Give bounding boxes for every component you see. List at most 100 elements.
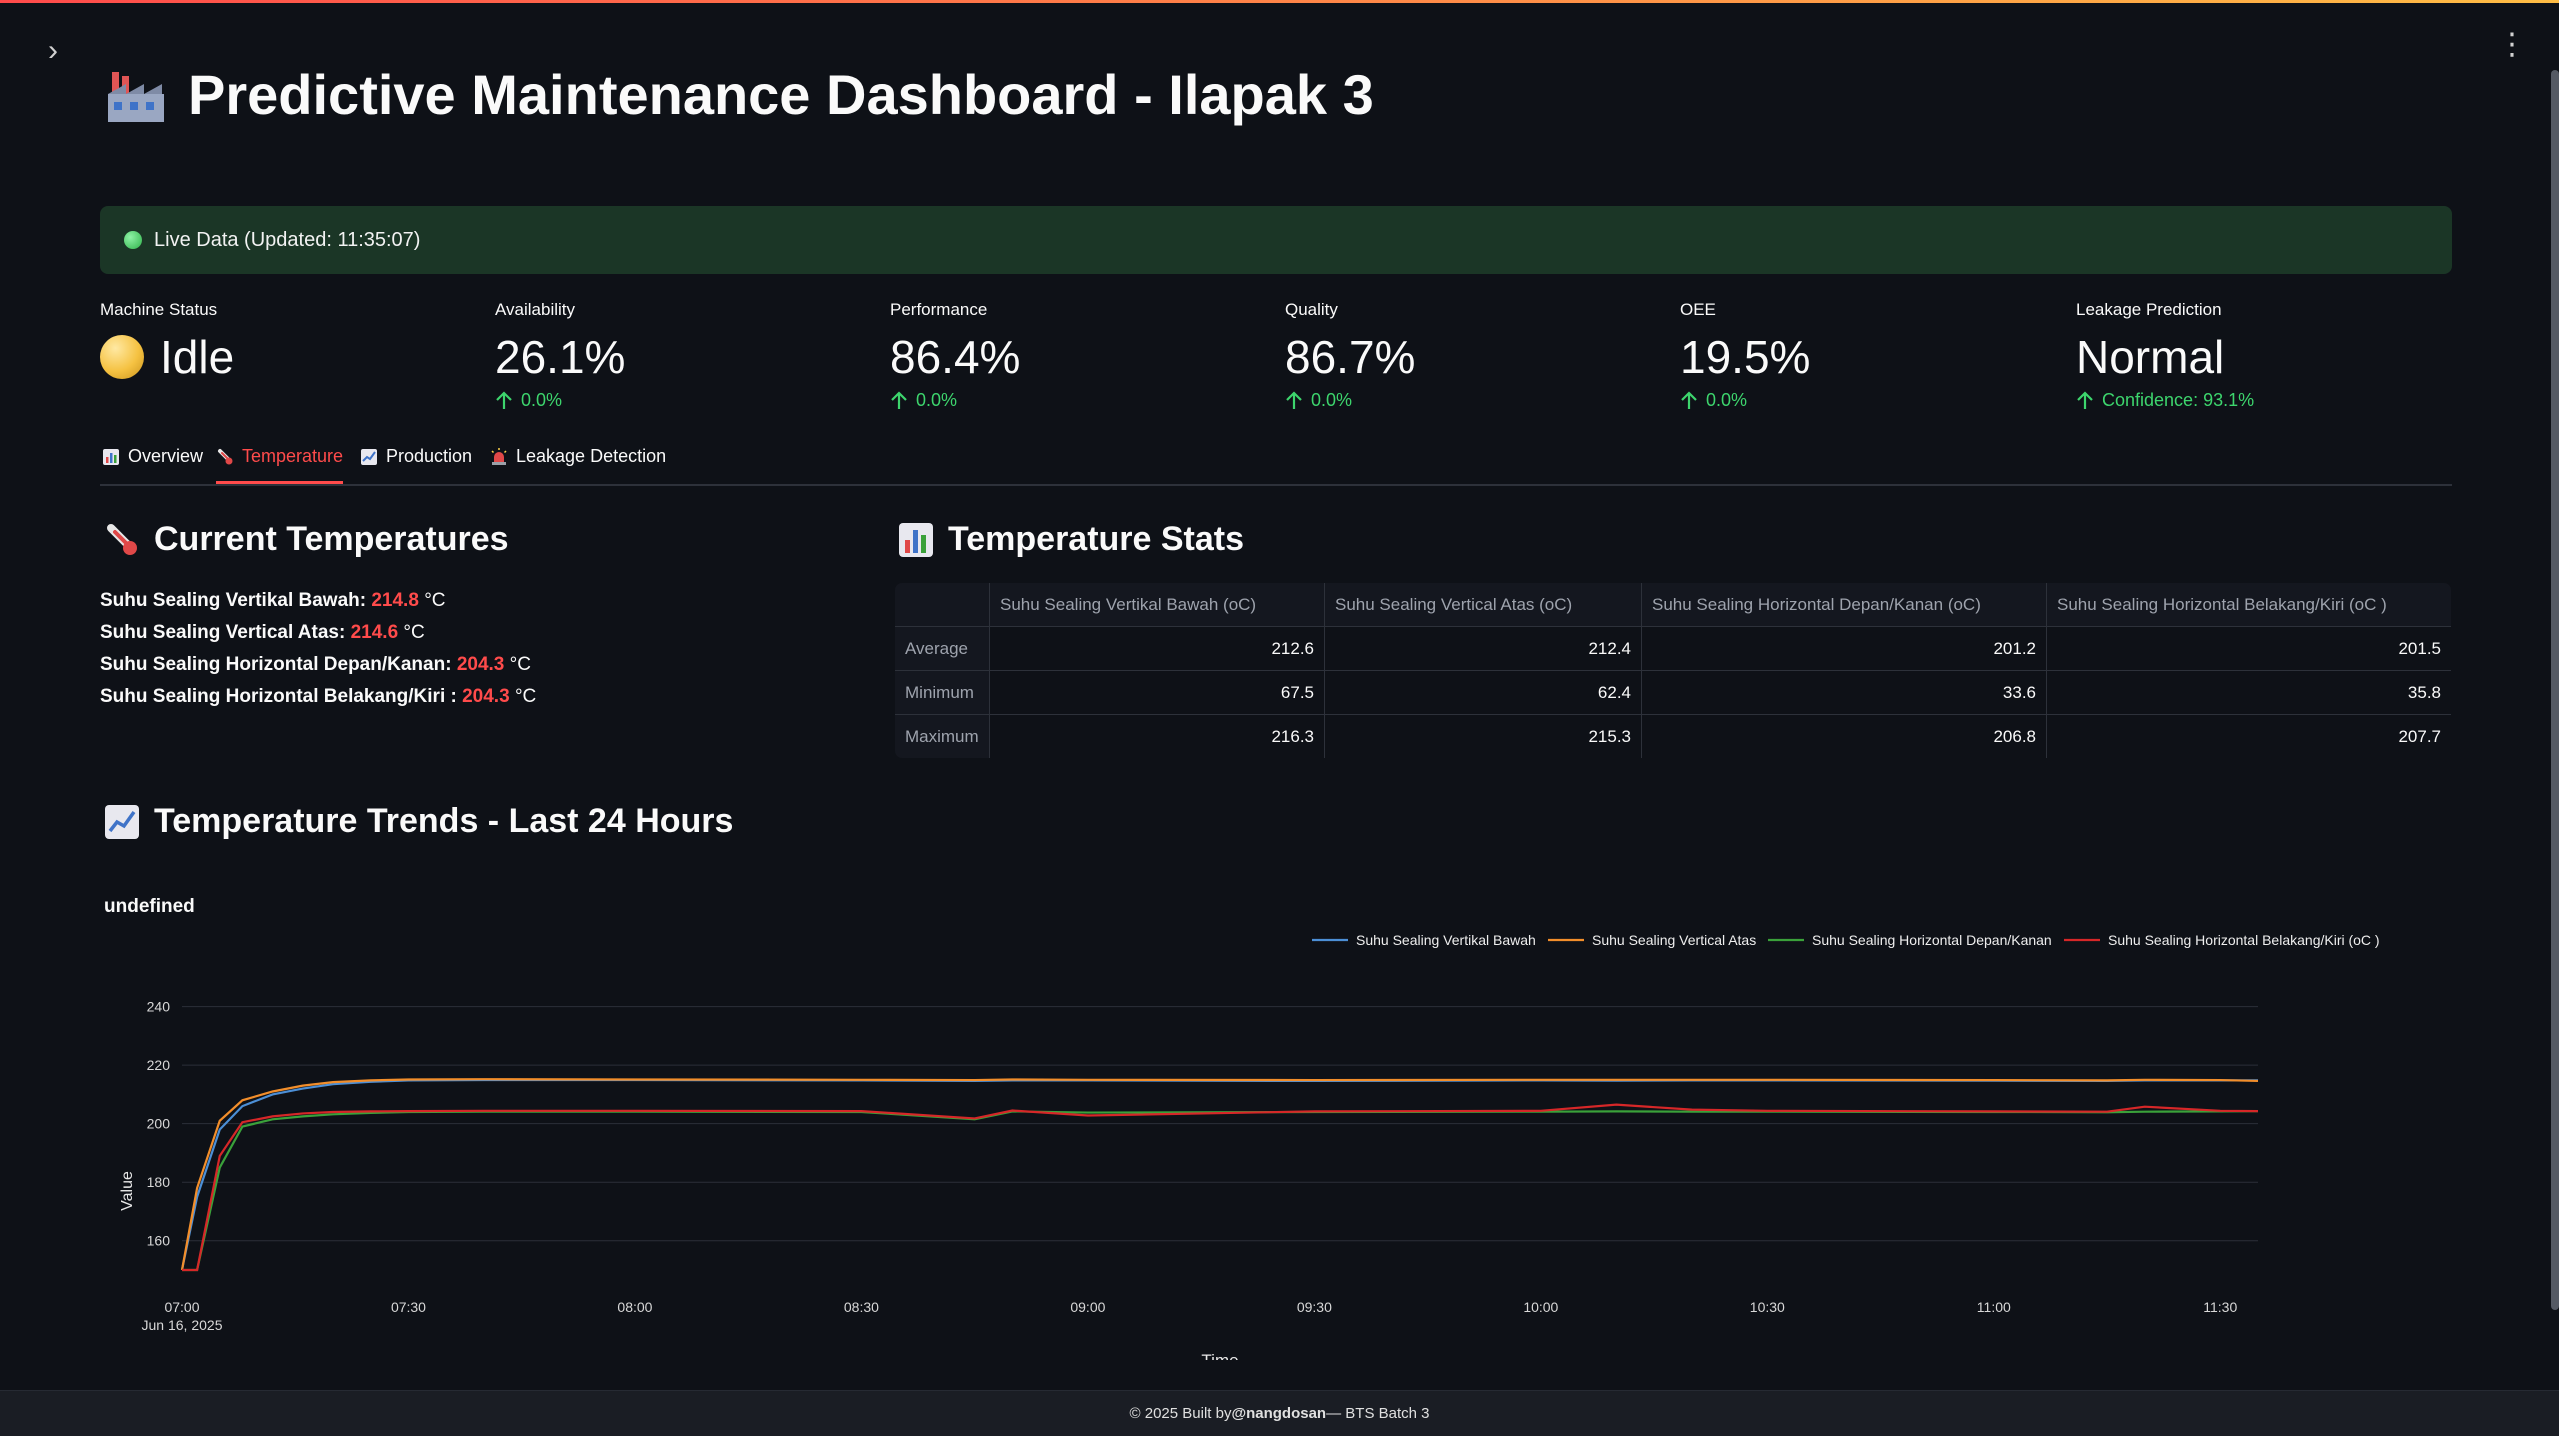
table-cell: 212.4 [1324,626,1642,671]
metric-delta: 0.0% [495,390,875,411]
temperature-reading: Suhu Sealing Horizontal Belakang/Kiri : … [100,681,536,713]
tab-temperature[interactable]: Temperature [216,446,344,484]
metric-delta: 0.0% [890,390,1270,411]
temperature-value: 214.8 [371,590,419,611]
metric-machine-status: Machine Status Idle [100,300,480,384]
bar-chart-icon [899,522,933,557]
x-tick-label: 08:00 [617,1299,652,1315]
heading-text: Temperature Trends - Last 24 Hours [154,802,734,840]
temperature-reading: Suhu Sealing Vertical Atas: 214.6 °C [100,617,536,649]
metric-quality: Quality 86.7% 0.0% [1285,300,1665,411]
x-tick-label: 07:00 [164,1299,199,1315]
table-row: Minimum 67.5 62.4 33.6 35.8 [895,670,2451,715]
status-dot-icon [100,335,144,379]
chart-svg[interactable]: 160 180 200 220 240 07:00 Jun 16, 2025 07:30 08:… [100,880,2452,1370]
y-tick-label: 160 [147,1233,171,1249]
table-cell: 212.6 [989,626,1325,671]
column-header[interactable]: Suhu Sealing Vertical Atas (oC) [1324,583,1642,627]
column-header[interactable] [895,583,990,627]
metric-oee: OEE 19.5% 0.0% [1680,300,2060,411]
row-header: Maximum [895,714,990,758]
metric-availability: Availability 26.1% 0.0% [495,300,875,411]
y-tick-label: 220 [147,1057,171,1073]
table-cell: 33.6 [1641,670,2047,715]
temperature-value: 214.6 [350,622,399,643]
metric-delta-text: Confidence: 93.1% [2102,390,2255,410]
table-row: Average 212.6 212.4 201.2 201.5 [895,626,2451,671]
tab-label: Overview [128,446,204,466]
line-chart-icon [105,804,139,839]
footer-suffix: — BTS Batch 3 [1326,1405,1430,1422]
series-line [182,1110,2259,1272]
y-axis-label: Value [119,1171,136,1211]
bar-chart-icon [103,449,119,465]
column-header[interactable]: Suhu Sealing Horizontal Belakang/Kiri (o… [2046,583,2451,627]
y-tick-label: 200 [147,1116,171,1132]
metric-delta: Confidence: 93.1% [2076,390,2456,411]
page-title: Predictive Maintenance Dashboard - Ilapa… [106,62,1374,127]
page-title-text: Predictive Maintenance Dashboard - Ilapa… [188,63,1374,126]
series-line [180,1078,2259,1271]
tab-overview[interactable]: Overview [102,446,203,482]
metric-value: 86.4% [890,331,1021,383]
metric-leakage-prediction: Leakage Prediction Normal Confidence: 93… [2076,300,2456,411]
tab-bar: Overview Temperature Production Leakage … [100,440,2452,486]
column-header[interactable]: Suhu Sealing Vertikal Bawah (oC) [989,583,1325,627]
x-tick-label: 11:00 [1977,1299,2011,1315]
temperature-label: Suhu Sealing Horizontal Belakang/Kiri : [100,686,457,707]
live-data-text: Live Data (Updated: 11:35:07) [154,228,421,251]
page-scrollbar[interactable] [2551,70,2559,1310]
temperature-unit: °C [514,686,537,707]
heading-text: Temperature Stats [948,520,1245,558]
table-row: Maximum 216.3 215.3 206.8 207.7 [895,714,2451,758]
x-date-label: Jun 16, 2025 [142,1317,223,1333]
temperature-reading: Suhu Sealing Vertikal Bawah: 214.8 °C [100,585,536,617]
series-line [182,1103,2259,1272]
metric-delta: 0.0% [1285,390,1665,411]
y-tick-label: 180 [147,1174,171,1190]
legend-label: Suhu Sealing Horizontal Depan/Kanan [1812,932,2052,948]
temperature-unit: °C [509,654,531,675]
x-tick-label: 11:30 [2203,1299,2237,1315]
temperature-stats-heading: Temperature Stats [898,520,1244,559]
column-header[interactable]: Suhu Sealing Horizontal Depan/Kanan (oC) [1641,583,2047,627]
metric-value: 86.7% [1285,331,1416,383]
arrow-up-icon [2077,390,2093,409]
heading-text: Current Temperatures [154,520,509,558]
temperature-unit: °C [403,622,425,643]
current-temperatures-list: Suhu Sealing Vertikal Bawah: 214.8 °C Su… [100,585,536,713]
more-vertical-icon[interactable]: ⋮ [2497,30,2527,60]
metric-value: 19.5% [1680,331,1811,383]
table-cell: 207.7 [2046,714,2451,758]
temperature-unit: °C [424,590,446,611]
x-tick-label: 07:30 [391,1299,426,1315]
temperature-reading: Suhu Sealing Horizontal Depan/Kanan: 204… [100,649,536,681]
table-cell: 67.5 [989,670,1325,715]
live-status-icon [124,231,142,249]
chevron-right-icon[interactable]: › [38,36,68,66]
temperature-stats-table: Suhu Sealing Vertikal Bawah (oC) Suhu Se… [894,582,2452,759]
temperature-label: Suhu Sealing Vertikal Bawah: [100,590,367,611]
metric-label: Performance [890,300,988,319]
thermometer-icon [218,449,233,465]
temperature-trend-chart: undefined 160 180 200 220 240 07:00 Jun 16, 20… [100,880,2452,1370]
series-line [180,1078,2258,1271]
tab-label: Production [386,446,473,466]
arrow-up-icon [1681,390,1697,409]
x-axis-label: Time [1201,1351,1238,1360]
row-header: Average [895,626,990,671]
footer-author: @nangdosan [1231,1405,1327,1422]
x-tick-label: 09:30 [1297,1299,1332,1315]
top-accent-bar [0,0,2559,3]
tab-leakage-detection[interactable]: Leakage Detection [490,446,666,482]
metric-delta-text: 0.0% [521,390,563,410]
metric-value: Normal [2076,331,2225,383]
tab-production[interactable]: Production [360,446,472,482]
temperature-trends-heading: Temperature Trends - Last 24 Hours [104,802,733,841]
metric-delta-text: 0.0% [916,390,958,410]
siren-icon [491,448,507,465]
temperature-label: Suhu Sealing Vertical Atas: [100,622,346,643]
metric-label: Leakage Prediction [2076,300,2222,319]
legend-label: Suhu Sealing Vertical Atas [1592,932,1756,948]
metric-label: Availability [495,300,576,319]
